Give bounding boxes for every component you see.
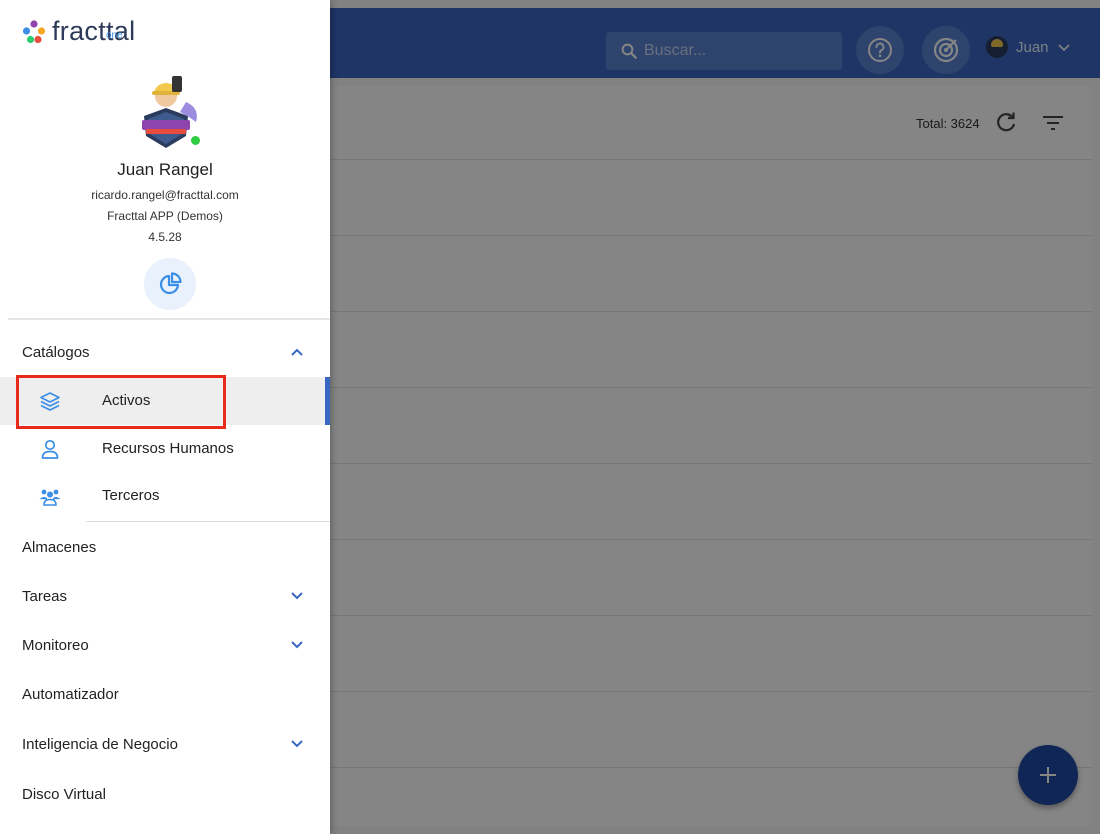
menu-catalogos-label: Catálogos bbox=[22, 343, 90, 361]
menu-almacenes[interactable]: Almacenes bbox=[0, 523, 330, 571]
menu-disco-virtual[interactable]: Disco Virtual bbox=[0, 770, 330, 818]
menu-monitoreo-label: Monitoreo bbox=[22, 636, 89, 654]
submenu-terceros-label: Terceros bbox=[102, 487, 160, 504]
profile-email: ricardo.rangel@fracttal.com bbox=[91, 188, 239, 202]
group-icon bbox=[39, 489, 61, 506]
logo-dots-icon bbox=[22, 20, 46, 44]
online-status-dot bbox=[191, 136, 200, 145]
menu-tareas[interactable]: Tareas bbox=[0, 572, 330, 620]
submenu-recursos-humanos[interactable]: Recursos Humanos bbox=[0, 425, 330, 473]
app-version: 4.5.28 bbox=[148, 230, 182, 244]
chevron-down-icon bbox=[291, 592, 303, 600]
profile-name: Juan Rangel bbox=[117, 160, 213, 179]
menu-automatizador-label: Automatizador bbox=[22, 685, 119, 703]
submenu-terceros[interactable]: Terceros bbox=[0, 472, 330, 520]
menu-tareas-label: Tareas bbox=[22, 587, 68, 605]
highlight-annotation bbox=[16, 375, 226, 429]
menu-almacenes-label: Almacenes bbox=[22, 538, 97, 556]
pie-chart-icon bbox=[159, 272, 182, 295]
menu-inteligencia-de-negocio[interactable]: Inteligencia de Negocio bbox=[0, 720, 330, 768]
logo-subtitle: one bbox=[106, 30, 123, 41]
profile-organization: Fracttal APP (Demos) bbox=[107, 209, 223, 223]
person-icon bbox=[41, 439, 59, 459]
drawer-divider bbox=[8, 318, 330, 320]
menu-inteligencia-label: Inteligencia de Negocio bbox=[22, 735, 178, 753]
menu-catalogos[interactable]: Catálogos bbox=[0, 328, 330, 376]
submenu-recursos-humanos-label: Recursos Humanos bbox=[102, 440, 234, 457]
active-indicator bbox=[325, 377, 330, 425]
chevron-up-icon bbox=[291, 348, 303, 356]
navigation-drawer: fracttal one Juan Rangel ricardo.rangel@… bbox=[0, 0, 330, 834]
menu-automatizador[interactable]: Automatizador bbox=[0, 670, 330, 718]
chevron-down-icon bbox=[291, 641, 303, 649]
submenu-divider bbox=[86, 521, 330, 522]
chevron-down-icon bbox=[291, 740, 303, 748]
dashboard-button[interactable] bbox=[144, 258, 196, 310]
menu-disco-label: Disco Virtual bbox=[22, 785, 106, 803]
menu-monitoreo[interactable]: Monitoreo bbox=[0, 621, 330, 669]
